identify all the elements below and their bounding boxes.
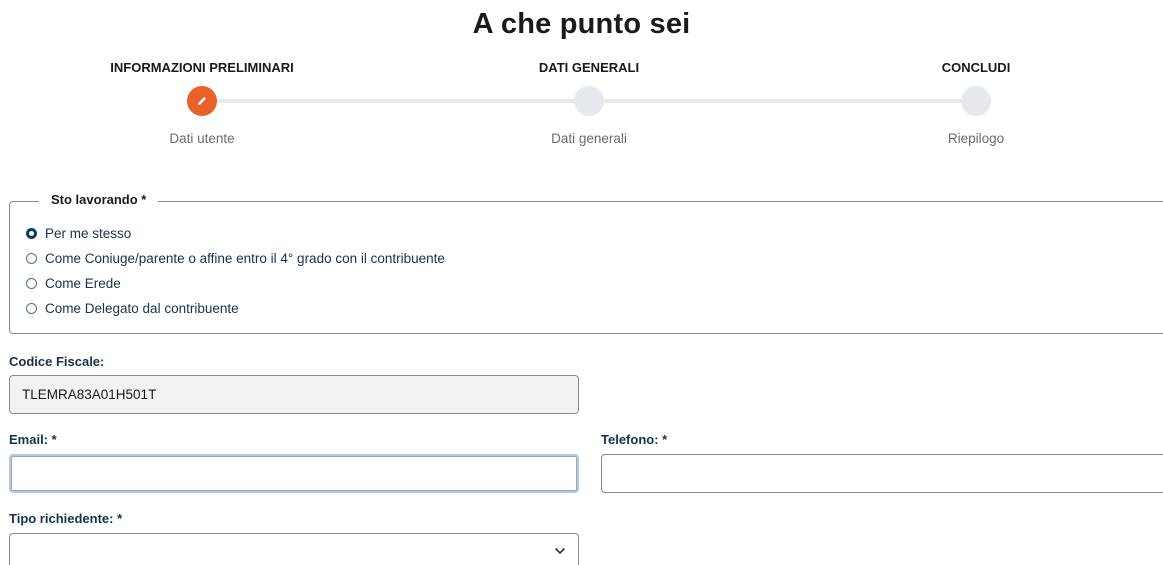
step-heading-dati-generali: DATI GENERALI <box>538 60 640 75</box>
tipo-richiedente-select[interactable] <box>9 533 579 565</box>
step-circle-dati-utente[interactable] <box>187 86 217 116</box>
step-sublabel-dati-generali: Dati generali <box>551 131 627 146</box>
radio-option-delegato[interactable]: Come Delegato dal contribuente <box>26 301 239 316</box>
radio-button[interactable] <box>26 253 37 264</box>
radio-option-coniuge-parente[interactable]: Come Coniuge/parente o affine entro il 4… <box>26 251 445 266</box>
radio-label: Come Erede <box>45 276 121 291</box>
tipo-richiedente-label: Tipo richiedente: * <box>9 511 123 526</box>
page-title: A che punto sei <box>472 8 691 40</box>
stepper-connector-1 <box>217 99 575 103</box>
step-circle-dati-generali[interactable] <box>574 86 604 116</box>
radio-button[interactable] <box>26 278 37 289</box>
radio-label: Come Coniuge/parente o affine entro il 4… <box>45 251 445 266</box>
progress-stepper: INFORMAZIONI PRELIMINARI Dati utente DAT… <box>0 58 1163 158</box>
page: A che punto sei INFORMAZIONI PRELIMINARI… <box>0 0 1163 565</box>
step-heading-informazioni-preliminari: INFORMAZIONI PRELIMINARI <box>110 60 294 75</box>
step-sublabel-riepilogo: Riepilogo <box>947 131 1005 146</box>
radio-button[interactable] <box>26 303 37 314</box>
stepper-connector-2 <box>604 99 962 103</box>
radio-option-per-me-stesso[interactable]: Per me stesso <box>26 226 131 241</box>
telefono-field[interactable] <box>601 454 1163 493</box>
codice-fiscale-label: Codice Fiscale: <box>9 354 105 369</box>
step-circle-riepilogo[interactable] <box>961 86 991 116</box>
telefono-label: Telefono: * <box>601 432 668 447</box>
email-field[interactable] <box>9 454 579 493</box>
codice-fiscale-field: TLEMRA83A01H501T <box>9 375 579 414</box>
chevron-down-icon <box>554 547 566 555</box>
step-sublabel-dati-utente: Dati utente <box>169 131 235 146</box>
radio-label: Come Delegato dal contribuente <box>45 301 239 316</box>
email-label: Email: * <box>9 432 57 447</box>
radio-label: Per me stesso <box>45 226 132 241</box>
working-for-fieldset: Sto lavorando * Per me stesso Come Coniu… <box>9 192 1163 334</box>
pencil-icon <box>198 97 206 105</box>
radio-option-erede[interactable]: Come Erede <box>26 276 121 291</box>
working-for-legend: Sto lavorando * <box>39 192 159 207</box>
radio-button-checked[interactable] <box>26 228 37 239</box>
step-heading-concludi: CONCLUDI <box>941 60 1011 75</box>
